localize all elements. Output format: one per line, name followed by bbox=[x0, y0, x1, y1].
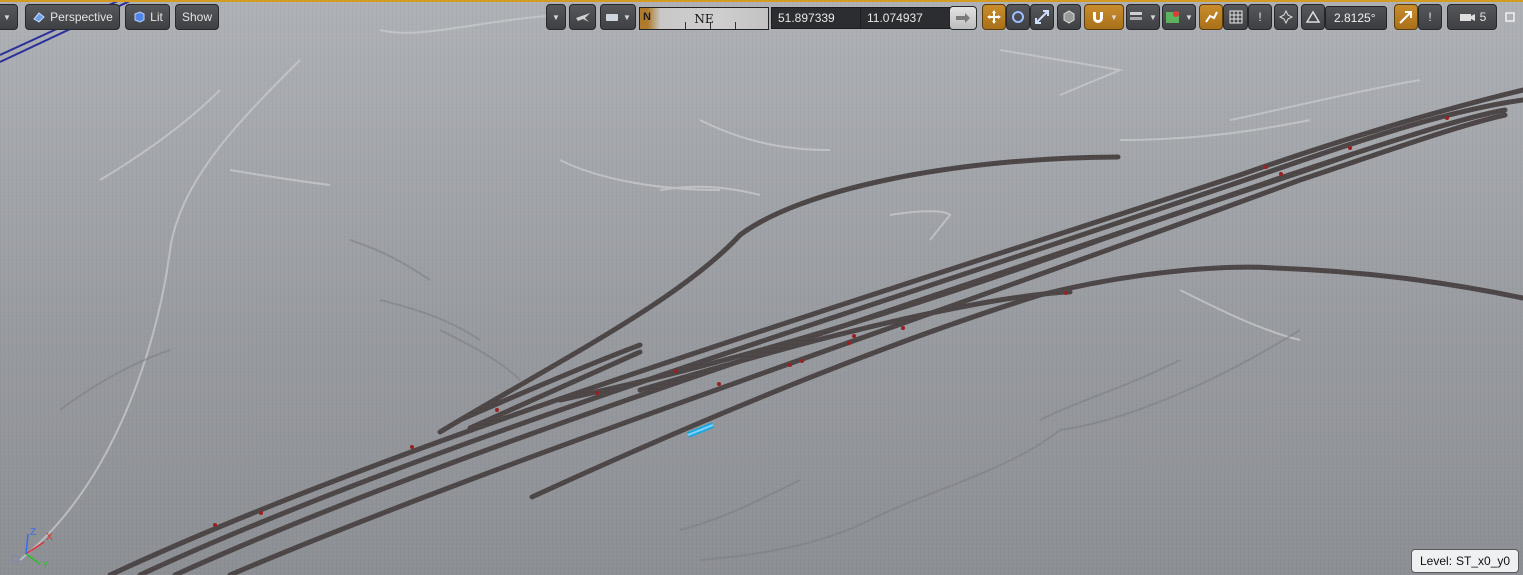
drag-snap-toggle[interactable] bbox=[1199, 4, 1223, 30]
x-axis-line bbox=[25, 541, 45, 555]
lighting-mode-button[interactable]: Lit bbox=[125, 4, 170, 30]
scale-snap-icon bbox=[1399, 11, 1412, 24]
y-axis-label: Y bbox=[42, 560, 49, 569]
level-name-badge: Level: ST_x0_y0 bbox=[1411, 549, 1520, 573]
go-to-location-button[interactable] bbox=[949, 6, 977, 30]
map-dropdown[interactable]: ▼ bbox=[1162, 4, 1196, 30]
chevron-down-icon: ▼ bbox=[552, 12, 560, 22]
camera-speed-icon bbox=[1459, 14, 1475, 21]
surface-snap-icon bbox=[1093, 12, 1104, 23]
level-prefix: Level: bbox=[1420, 554, 1453, 568]
z-axis-label: Z bbox=[30, 527, 36, 538]
grid-snap-value-button[interactable]: ! bbox=[1248, 4, 1272, 30]
view-mode-label: Perspective bbox=[50, 10, 113, 24]
longitude-field[interactable]: 11.074937 bbox=[860, 7, 950, 29]
transform-scale-icon bbox=[1035, 10, 1049, 24]
compass-heading-label: NE bbox=[694, 12, 714, 26]
level-name: ST_x0_y0 bbox=[1456, 554, 1511, 568]
scale-snap-value-button[interactable]: ! bbox=[1418, 4, 1442, 30]
scale-snap-toggle[interactable] bbox=[1394, 4, 1418, 30]
lit-cube-icon bbox=[134, 11, 145, 23]
compass-tick bbox=[710, 22, 711, 29]
perspective-cube-icon bbox=[33, 12, 45, 23]
rotation-snap-value[interactable]: 2.8125° bbox=[1325, 6, 1387, 30]
lighting-label: Lit bbox=[150, 10, 163, 24]
map-icon bbox=[1166, 11, 1180, 23]
signal-markers[interactable] bbox=[213, 116, 1449, 527]
level-viewport[interactable]: X Y Z bbox=[0, 0, 1523, 575]
layers-icon bbox=[1130, 12, 1143, 20]
maximize-icon bbox=[1505, 12, 1515, 22]
latitude-field[interactable]: 51.897339 bbox=[771, 7, 861, 29]
y-axis-line bbox=[25, 553, 41, 565]
rotation-snap-toggle[interactable] bbox=[1274, 4, 1298, 30]
viewport-options-button[interactable]: ▼ bbox=[0, 4, 18, 30]
warning-icon: ! bbox=[1428, 10, 1432, 24]
transform-rotate-icon bbox=[1012, 11, 1024, 23]
surface-snap-button[interactable]: ▼ bbox=[1084, 4, 1124, 30]
arrow-right-icon bbox=[956, 13, 970, 23]
world-local-toggle[interactable] bbox=[1057, 4, 1081, 30]
airplane-icon bbox=[575, 13, 590, 22]
viewport-active-border bbox=[0, 0, 1523, 2]
chevron-down-icon: ▼ bbox=[1149, 12, 1157, 22]
railway-tracks[interactable] bbox=[107, 87, 1523, 575]
compass-tick bbox=[735, 22, 736, 29]
dropdown-button[interactable]: ▼ bbox=[546, 4, 566, 30]
show-label: Show bbox=[181, 10, 213, 24]
chevron-down-icon: ▼ bbox=[623, 12, 631, 22]
terrain-ridges bbox=[19, 14, 1421, 561]
grid-snap-icon bbox=[1229, 10, 1242, 24]
chevron-down-icon: ▼ bbox=[3, 12, 11, 22]
camera-speed-value: 5 bbox=[1479, 10, 1487, 24]
world-local-icon bbox=[1063, 10, 1075, 24]
grid-snap-button[interactable] bbox=[1223, 4, 1248, 30]
camera-icon bbox=[606, 14, 619, 21]
maximize-viewport-button[interactable] bbox=[1500, 4, 1520, 30]
camera-speed-button[interactable]: 5 bbox=[1447, 4, 1497, 30]
compass-heading-widget[interactable]: N NE bbox=[639, 7, 769, 30]
rotation-snap-icon bbox=[1278, 9, 1294, 25]
x-axis-label: X bbox=[46, 532, 53, 543]
chevron-down-icon: ▼ bbox=[1110, 12, 1118, 22]
transform-move-icon bbox=[987, 10, 1001, 24]
warning-icon: ! bbox=[1258, 10, 1262, 24]
scale-mode-button[interactable] bbox=[1030, 4, 1054, 30]
pilot-actor-button[interactable] bbox=[569, 4, 596, 30]
view-mode-button[interactable]: Perspective bbox=[25, 4, 120, 30]
camera-options-button[interactable]: ▼ bbox=[600, 4, 636, 30]
angle-icon bbox=[1305, 10, 1321, 23]
scene-render[interactable] bbox=[0, 0, 1523, 575]
z-axis-line bbox=[25, 533, 29, 555]
angle-snap-toggle[interactable] bbox=[1301, 4, 1325, 30]
compass-tick bbox=[685, 22, 686, 29]
rotate-mode-button[interactable] bbox=[1006, 4, 1030, 30]
chevron-down-icon: ▼ bbox=[1185, 12, 1193, 22]
drag-snap-icon bbox=[1205, 11, 1218, 23]
layers-dropdown[interactable]: ▼ bbox=[1126, 4, 1160, 30]
gizmo-origin-icon bbox=[10, 554, 20, 564]
translate-mode-button[interactable] bbox=[982, 4, 1006, 30]
show-flags-button[interactable]: Show bbox=[175, 4, 219, 30]
axis-gizmo: X Y Z bbox=[10, 527, 53, 569]
